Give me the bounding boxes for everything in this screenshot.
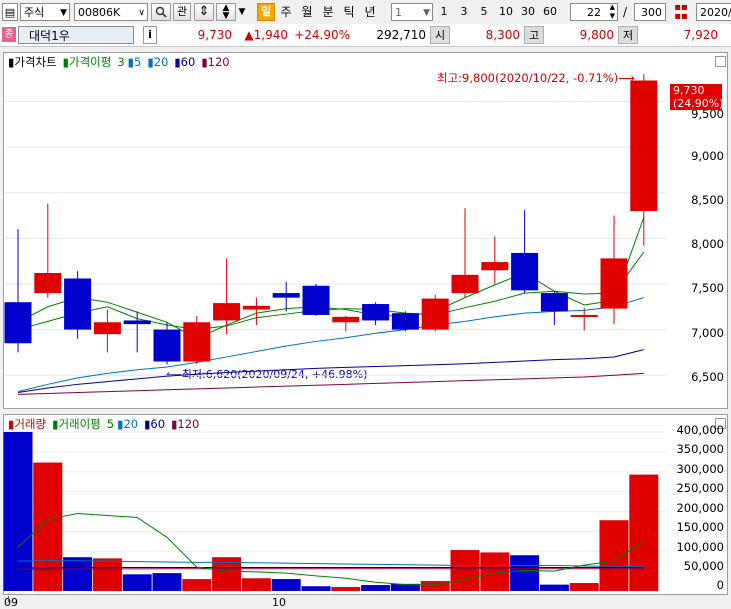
volume-bar [122, 574, 152, 591]
volume-bar [3, 431, 33, 591]
volume-bar [361, 585, 391, 591]
volume-ma60-line [17, 566, 644, 569]
volume-bar [450, 550, 480, 591]
volume-bar [33, 462, 63, 591]
volume-plot [3, 431, 666, 591]
x-tick-mark [8, 596, 9, 602]
volume-bar [63, 557, 93, 591]
volume-bar [152, 573, 182, 591]
volume-bar [92, 558, 122, 591]
volume-bar [599, 520, 629, 591]
volume-bar [629, 474, 659, 591]
volume-bar [301, 586, 331, 591]
x-tick: 10 [272, 596, 286, 609]
x-tick: 09 [4, 596, 18, 609]
volume-bar [182, 579, 212, 591]
volume-bar [510, 555, 540, 591]
volume-bar [271, 579, 301, 591]
volume-bar [569, 583, 599, 591]
volume-bar [331, 587, 361, 591]
volume-bar [539, 584, 569, 591]
volume-bar [241, 578, 271, 591]
